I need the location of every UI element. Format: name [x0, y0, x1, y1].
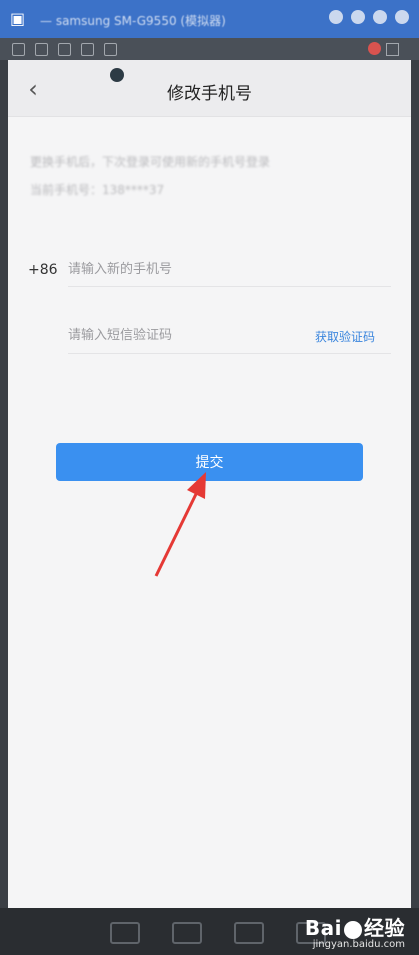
get-code-button[interactable]: 获取验证码: [315, 328, 375, 345]
record-icon[interactable]: [368, 42, 381, 55]
watermark-text: Bai: [304, 916, 342, 940]
volume-tool-icon[interactable]: [81, 43, 94, 56]
home-icon[interactable]: [172, 922, 202, 944]
recent-apps-icon[interactable]: [110, 922, 140, 944]
divider: [68, 286, 391, 287]
divider: [68, 353, 391, 354]
pin-icon[interactable]: [351, 10, 365, 24]
info-line-2: 当前手机号：138****37: [30, 183, 165, 197]
phone-screen: ‹ 修改手机号 更换手机后，下次登录可使用新的手机号登录 当前手机号：138**…: [8, 60, 411, 908]
change-phone-form: +86 获取验证码: [8, 250, 411, 354]
phone-info: 更换手机后，下次登录可使用新的手机号登录 当前手机号：138****37: [30, 148, 270, 204]
close-icon[interactable]: [395, 10, 409, 24]
settings-icon[interactable]: [329, 10, 343, 24]
sms-code-input[interactable]: [68, 317, 288, 353]
watermark-url: jingyan.baidu.com: [312, 939, 405, 950]
android-nav-bar: Bai 经验 jingyan.baidu.com: [0, 908, 419, 955]
screenshot-tool-icon[interactable]: [104, 43, 117, 56]
emulator-toolbar: [0, 38, 419, 60]
baidu-watermark: Bai 经验 jingyan.baidu.com: [305, 912, 405, 950]
country-code[interactable]: +86: [28, 262, 58, 278]
rotate-tool-icon[interactable]: [35, 43, 48, 56]
window-title: — samsung SM-G9550 (模拟器): [40, 14, 226, 28]
watermark-cn: 经验: [364, 916, 405, 940]
emulator-title-bar: ▣ — samsung SM-G9550 (模拟器): [0, 0, 419, 38]
fullscreen-icon[interactable]: [386, 43, 399, 56]
zoom-tool-icon[interactable]: [58, 43, 71, 56]
phone-mirror-icon: ▣: [10, 9, 26, 28]
new-phone-input[interactable]: [68, 251, 388, 287]
paw-icon: [344, 920, 362, 939]
navigation-bar: ‹ 修改手机号: [8, 60, 411, 117]
page-title: 修改手机号: [167, 84, 252, 104]
annotation-arrow-icon: [154, 472, 206, 577]
home-tool-icon[interactable]: [12, 43, 25, 56]
back-icon[interactable]: [234, 922, 264, 944]
window-controls: [329, 10, 409, 24]
minimize-icon[interactable]: [373, 10, 387, 24]
info-line-1: 更换手机后，下次登录可使用新的手机号登录: [30, 155, 271, 169]
